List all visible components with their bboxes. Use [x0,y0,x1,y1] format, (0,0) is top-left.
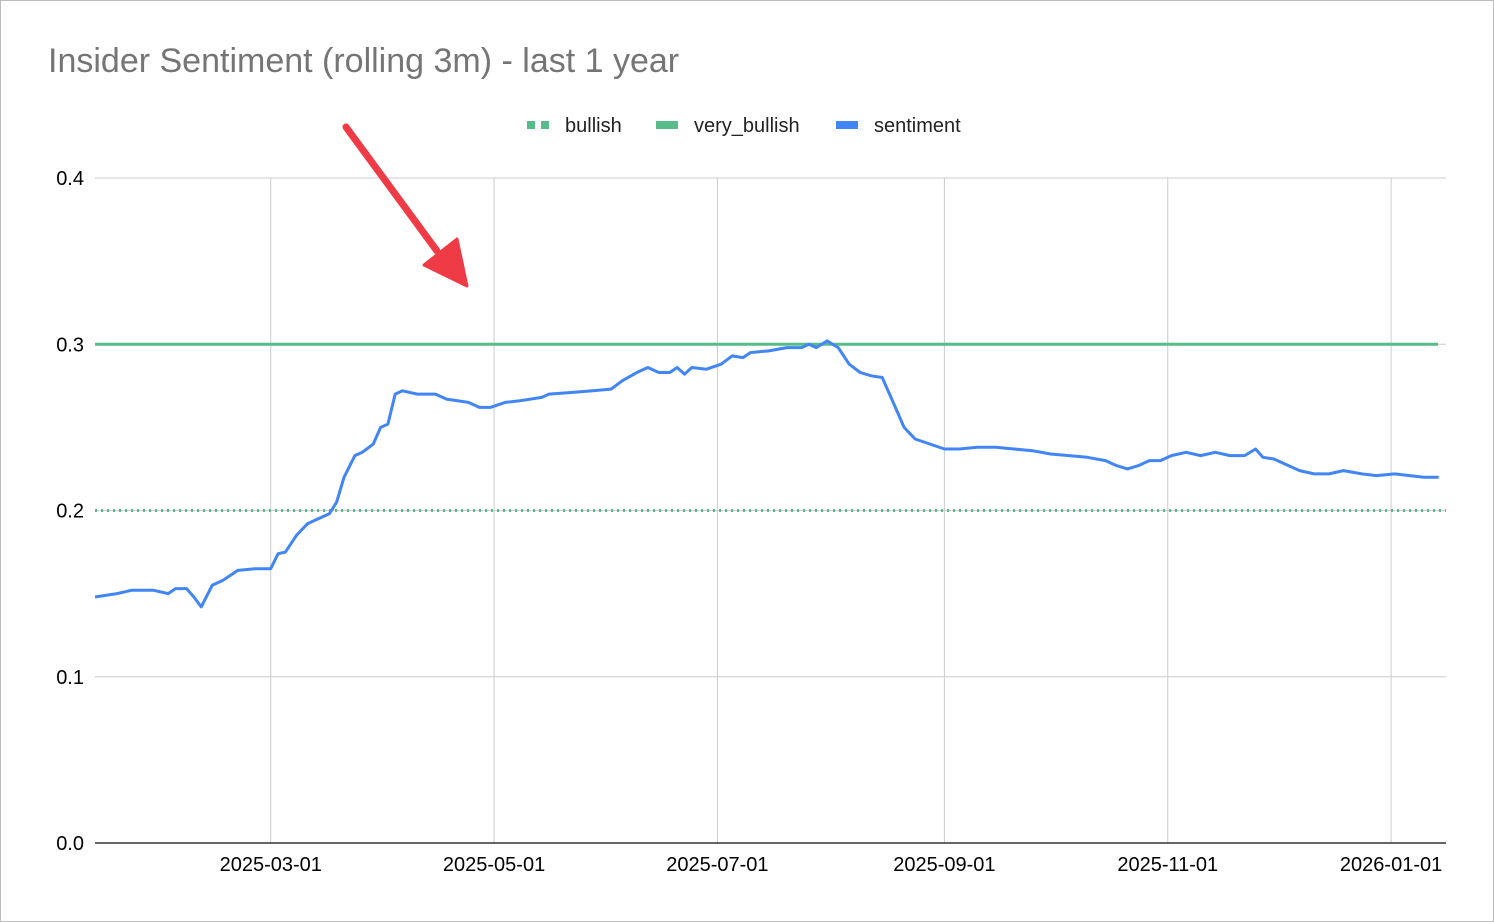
annotation-arrow-shaft [342,123,441,255]
y-tick-label: 0.2 [56,501,84,523]
bullish-legend-label: bullish [565,115,622,137]
sentiment-legend-label: sentiment [874,115,961,137]
y-tick-label: 0.3 [56,334,84,356]
x-tick-label: 2025-03-01 [220,854,322,876]
y-tick-label: 0.0 [56,833,84,855]
bullish-legend-swatch [527,121,535,129]
very_bullish-legend-label: very_bullish [694,115,800,137]
x-tick-label: 2025-07-01 [666,854,768,876]
bullish-legend-swatch [541,121,549,129]
x-tick-label: 2025-11-01 [1117,854,1218,876]
y-tick-label: 0.1 [56,667,84,689]
x-tick-label: 2026-01-01 [1340,854,1442,876]
x-tick-label: 2025-09-01 [893,854,995,876]
x-tick-label: 2025-05-01 [443,854,545,876]
line-chart: 0.0 0.1 0.2 0.3 0.4 2025-03-01 2025-05-01 2025-… [56,115,1446,876]
sentiment-line [94,339,1439,609]
very_bullish-legend-swatch [656,121,678,129]
y-tick-label: 0.4 [56,168,84,190]
sentiment-legend-swatch [836,121,858,129]
